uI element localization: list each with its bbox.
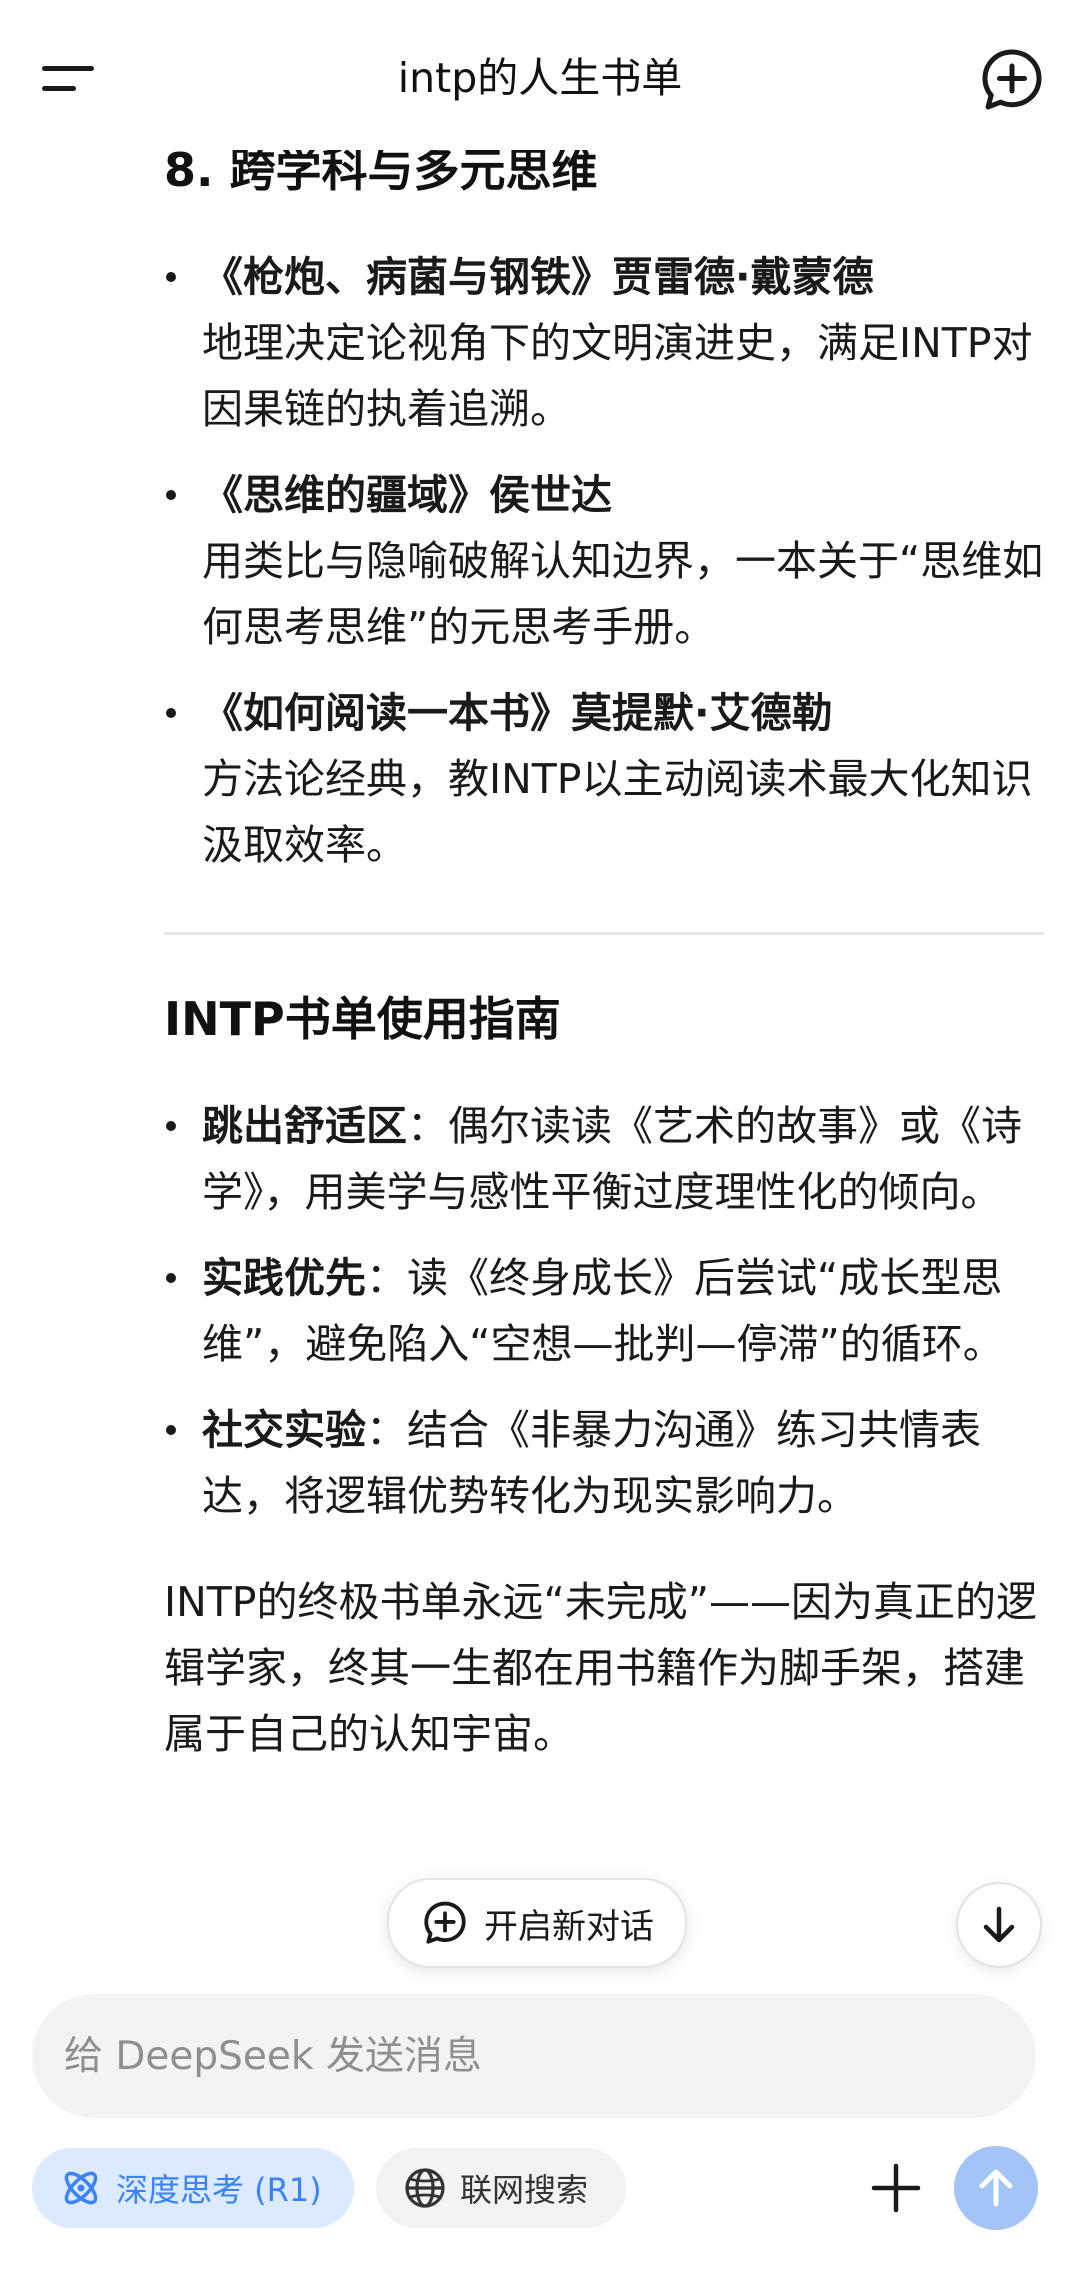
web-search-label: 联网搜索 bbox=[460, 2171, 589, 2209]
globe-icon bbox=[405, 2168, 445, 2208]
book-title: 《思维的疆域》侯世达 bbox=[202, 471, 612, 519]
book-list: 《枪炮、病菌与钢铁》贾雷德·戴蒙德 地理决定论视角下的文明演进史，满足INTP对… bbox=[164, 244, 1044, 878]
list-item: 跳出舒适区：偶尔读读《艺术的故事》或《诗学》，用美学与感性平衡过度理性化的倾向。 bbox=[164, 1093, 1044, 1225]
assistant-message: 8. 跨学科与多元思维 《枪炮、病菌与钢铁》贾雷德·戴蒙德 地理决定论视角下的文… bbox=[164, 130, 1044, 1767]
plus-icon bbox=[871, 2163, 921, 2213]
arrow-up-icon bbox=[979, 2169, 1013, 2207]
book-title: 《枪炮、病菌与钢铁》贾雷德·戴蒙德 bbox=[202, 253, 874, 301]
new-chat-icon bbox=[982, 49, 1042, 110]
top-bar: intp的人生书单 bbox=[0, 0, 1080, 150]
composer: 深度思考 (R1) 联网搜索 bbox=[0, 1980, 1080, 2285]
deep-think-toggle[interactable]: 深度思考 (R1) bbox=[32, 2148, 354, 2228]
book-description: 方法论经典，教INTP以主动阅读术最大化知识汲取效率。 bbox=[202, 755, 1033, 869]
guide-list: 跳出舒适区：偶尔读读《艺术的故事》或《诗学》，用美学与感性平衡过度理性化的倾向。… bbox=[164, 1093, 1044, 1529]
page-title: intp的人生书单 bbox=[397, 54, 683, 102]
new-chat-button[interactable] bbox=[976, 44, 1048, 116]
list-item: 《枪炮、病菌与钢铁》贾雷德·戴蒙德 地理决定论视角下的文明演进史，满足INTP对… bbox=[164, 244, 1044, 442]
guide-label: 实践优先 bbox=[202, 1254, 366, 1302]
new-chat-icon bbox=[424, 1901, 466, 1944]
deep-think-label: 深度思考 (R1) bbox=[116, 2171, 322, 2209]
send-button[interactable] bbox=[954, 2146, 1038, 2230]
new-chat-pill-button[interactable]: 开启新对话 bbox=[387, 1878, 687, 1968]
list-item: 实践优先：读《终身成长》后尝试“成长型思维”，避免陷入“空想—批判—停滞”的循环… bbox=[164, 1245, 1044, 1377]
book-description: 地理决定论视角下的文明演进史，满足INTP对因果链的执着追溯。 bbox=[202, 319, 1033, 433]
book-description: 用类比与隐喻破解认知边界，一本关于“思维如何思考思维”的元思考手册。 bbox=[202, 537, 1044, 651]
list-item: 《思维的疆域》侯世达 用类比与隐喻破解认知边界，一本关于“思维如何思考思维”的元… bbox=[164, 462, 1044, 660]
list-item: 社交实验：结合《非暴力沟通》练习共情表达，将逻辑优势转化为现实影响力。 bbox=[164, 1397, 1044, 1529]
new-chat-label: 开启新对话 bbox=[484, 1906, 654, 1947]
attach-button[interactable] bbox=[856, 2148, 936, 2228]
closing-paragraph: INTP的终极书单永远“未完成”——因为真正的逻辑学家，终其一生都在用书籍作为脚… bbox=[164, 1578, 1038, 1758]
atom-icon bbox=[64, 2171, 98, 2205]
arrow-down-icon bbox=[983, 1906, 1015, 1943]
guide-label: 跳出舒适区 bbox=[202, 1102, 407, 1150]
list-item: 《如何阅读一本书》莫提默·艾德勒 方法论经典，教INTP以主动阅读术最大化知识汲… bbox=[164, 680, 1044, 878]
message-input[interactable] bbox=[32, 1994, 1036, 2118]
guide-label: 社交实验 bbox=[202, 1406, 366, 1454]
scroll-to-bottom-button[interactable] bbox=[956, 1882, 1042, 1968]
book-title: 《如何阅读一本书》莫提默·艾德勒 bbox=[202, 689, 833, 737]
section-heading: INTP书单使用指南 bbox=[164, 992, 561, 1046]
web-search-toggle[interactable]: 联网搜索 bbox=[376, 2148, 626, 2228]
